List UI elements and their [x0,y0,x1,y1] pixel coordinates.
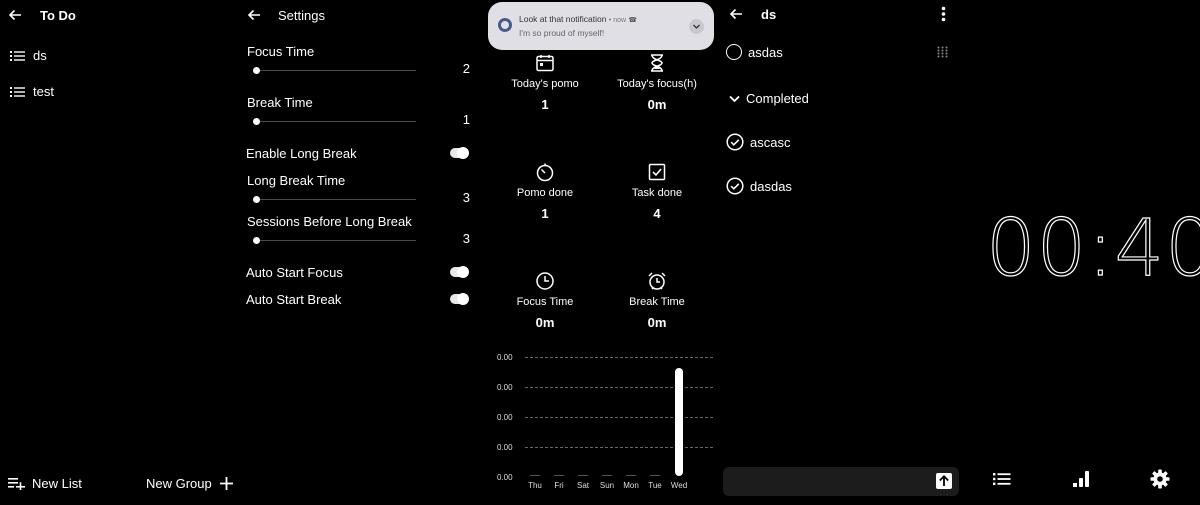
auto-start-focus-label: Auto Start Focus [246,265,343,280]
x-tick-label: Fri [554,481,564,490]
task-label: ascasc [750,134,791,150]
x-tick-label: Wed [670,481,688,490]
slider-track [256,199,416,200]
break-time-slider[interactable] [253,118,416,126]
page-title: Settings [278,8,325,23]
countdown-timer: 00:40 [985,203,1200,294]
list-icon [10,86,25,98]
focus-time-slider[interactable] [253,67,416,75]
y-tick-label: 0.00 [497,443,513,452]
list-item-test[interactable]: test [10,84,54,99]
x-tick-label: Tue [648,481,662,490]
task-label: asdas [748,44,783,60]
check-circle-icon[interactable] [726,133,744,151]
settings-panel: Settings Focus Time 2 Break Time 1 Enabl… [240,0,485,505]
chart-bar-tue [650,475,660,476]
stats-panel: Today's pomo 1 Today's focus(h) 0m Pomo … [485,0,720,505]
toggle-knob [457,293,469,305]
toggle-knob [457,266,469,278]
chart-bar-sun [602,475,612,476]
new-group-button[interactable]: New Group [146,476,233,491]
list-icon [10,50,25,62]
list-icon[interactable] [993,472,1011,486]
slider-thumb[interactable] [253,67,260,74]
enable-long-break-label: Enable Long Break [246,146,357,161]
new-list-label: New List [32,476,82,491]
y-tick-label: 0.00 [497,353,513,362]
completed-section-toggle[interactable]: Completed [729,91,809,106]
page-title: To Do [40,8,76,23]
gridline [525,417,713,418]
slider-thumb[interactable] [253,118,260,125]
auto-start-break-toggle[interactable] [450,293,469,305]
auto-start-focus-toggle[interactable] [450,266,469,278]
focus-time-value: 2 [462,61,470,76]
slider-track [256,70,416,71]
slider-track [256,240,416,241]
list-item-ds[interactable]: ds [10,48,47,63]
stats-icon[interactable] [1073,470,1089,488]
long-break-time-label: Long Break Time [247,173,346,188]
more-vert-icon[interactable] [941,6,946,22]
gridline [525,357,713,358]
task-checkbox[interactable] [726,44,742,60]
y-tick-label: 0.00 [497,473,513,482]
sessions-before-long-break-label: Sessions Before Long Break [247,214,412,229]
back-arrow-icon[interactable] [729,8,743,20]
check-circle-icon[interactable] [726,177,744,195]
submit-arrow-icon[interactable] [936,473,952,489]
task-item[interactable]: asdas [726,44,783,60]
chart-bar-fri [554,475,564,476]
list-label: ds [33,48,47,63]
y-tick-label: 0.00 [497,383,513,392]
enable-long-break-toggle[interactable] [450,147,469,159]
back-arrow-icon[interactable] [247,9,261,21]
break-time-label: Break Time [247,95,313,110]
chart-bar-wed [675,368,683,476]
new-list-button[interactable]: New List [8,476,82,491]
completed-task-item[interactable]: dasdas [726,177,792,195]
x-tick-label: Mon [623,481,639,490]
page-title: ds [761,7,777,22]
completed-task-item[interactable]: ascasc [726,133,790,151]
timer-panel: 00:40 [960,0,1200,505]
x-tick-label: Thu [528,481,542,490]
chevron-down-icon [729,95,740,103]
x-tick-label: Sat [576,481,589,490]
sessions-before-long-break-slider[interactable] [253,237,416,245]
toggle-knob [457,147,469,159]
task-label: dasdas [750,178,792,194]
slider-track [256,121,416,122]
new-group-label: New Group [146,476,212,491]
completed-label: Completed [746,91,809,106]
list-label: test [33,84,54,99]
slider-thumb[interactable] [253,237,260,244]
new-task-input[interactable] [723,467,959,496]
todo-panel: To Do ds test New List New Group [0,0,240,505]
add-list-icon [8,477,26,490]
break-time-value: 1 [462,112,470,127]
long-break-time-slider[interactable] [253,196,416,204]
drag-handle-icon[interactable] [937,46,948,58]
slider-thumb[interactable] [253,196,260,203]
settings-icon[interactable] [1150,469,1170,489]
gridline [525,447,713,448]
long-break-time-value: 3 [462,190,470,205]
list-detail-panel: ds asdas Completed ascasc dasdas [720,0,960,505]
y-tick-label: 0.00 [497,413,513,422]
focus-time-label: Focus Time [247,44,315,59]
weekly-chart: 0.00 0.00 0.00 0.00 0.00 Thu Fri Sat Sun Mon… [485,0,720,505]
chart-bar-thu [530,475,540,476]
chart-bar-mon [626,475,636,476]
auto-start-break-label: Auto Start Break [246,292,342,307]
plus-icon [219,477,233,490]
gridline [525,387,713,388]
sessions-before-long-break-value: 3 [462,231,470,246]
chart-bar-sat [578,475,588,476]
x-tick-label: Sun [599,481,615,490]
back-arrow-icon[interactable] [8,9,22,21]
